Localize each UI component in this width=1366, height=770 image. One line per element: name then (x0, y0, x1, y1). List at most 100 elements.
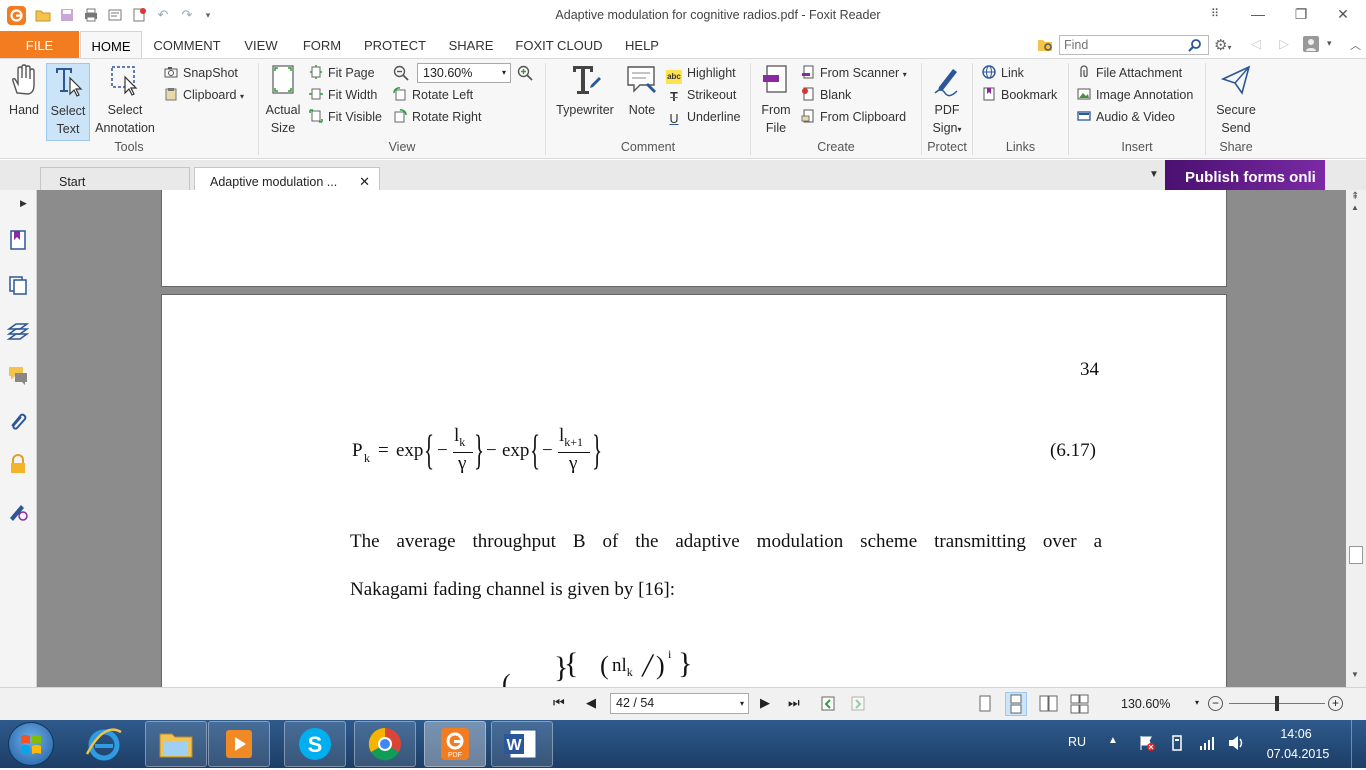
rotate-left-button[interactable]: Rotate Left (393, 85, 473, 105)
split-view-icon[interactable]: ⇞ (1351, 191, 1359, 202)
action-center-icon[interactable] (1138, 734, 1156, 752)
zoom-out-button[interactable]: − (1208, 696, 1223, 711)
strikeout-button[interactable]: T Strikeout (666, 85, 736, 105)
pdf-sign-button[interactable]: PDF Sign▾ (924, 63, 970, 139)
zoom-percent-dropdown-icon[interactable]: ▾ (1195, 698, 1199, 707)
tab-view[interactable]: VIEW (237, 31, 285, 58)
audio-video-button[interactable]: Audio & Video (1077, 107, 1175, 127)
ad-banner[interactable]: Publish forms onli (1165, 160, 1325, 190)
tab-protect[interactable]: PROTECT (358, 31, 432, 58)
first-page-icon[interactable]: ⏮ (553, 695, 565, 711)
tab-form[interactable]: FORM (298, 31, 346, 58)
page-number-field[interactable]: 42 / 54 ▾ (610, 693, 749, 714)
next-view-icon[interactable] (850, 694, 868, 712)
typewriter-button[interactable]: Typewriter (552, 63, 618, 119)
tab-home[interactable]: HOME (80, 31, 142, 59)
tab-comment[interactable]: COMMENT (149, 31, 225, 58)
highlight-button[interactable]: abc Highlight (666, 63, 736, 84)
chrome-taskbar-icon[interactable] (354, 721, 416, 767)
current-page[interactable]: 34 P k = exp { − lk γ } − exp { − lk+1 γ… (161, 294, 1227, 687)
from-scanner-button[interactable]: From Scanner ▾ (801, 63, 907, 83)
foxit-taskbar-icon[interactable]: PDF (424, 721, 486, 767)
signatures-panel-icon[interactable] (7, 500, 29, 522)
previous-page-icon[interactable]: ◀ (586, 695, 596, 711)
fit-visible-button[interactable]: Fit Visible (309, 107, 382, 127)
fit-width-button[interactable]: Fit Width (309, 85, 377, 105)
collapse-ribbon-icon[interactable]: ︿ (1350, 37, 1361, 53)
layers-panel-icon[interactable] (6, 320, 30, 342)
tab-share[interactable]: SHARE (444, 31, 498, 58)
ribbon-display-icon[interactable]: ⠿ (1204, 4, 1226, 24)
zoom-percent[interactable]: 130.60% (1121, 697, 1170, 711)
scroll-down-icon[interactable]: ▼ (1351, 670, 1359, 679)
single-page-view-icon[interactable] (977, 695, 993, 713)
next-page-icon[interactable]: ▶ (760, 695, 770, 711)
clock-date[interactable]: 07.04.2015 (1263, 747, 1333, 761)
actual-size-button[interactable]: Actual Size (261, 63, 305, 137)
account-dropdown-icon[interactable]: ▾ (1327, 38, 1332, 49)
find-input[interactable] (1059, 35, 1209, 55)
zoom-in-icon[interactable] (517, 65, 533, 81)
tab-help[interactable]: HELP (620, 31, 664, 58)
blank-button[interactable]: Blank (801, 85, 851, 105)
tab-list-dropdown-icon[interactable]: ▼ (1149, 169, 1159, 180)
tab-document[interactable]: Adaptive modulation ... ✕ (194, 167, 380, 191)
scroll-up-icon[interactable]: ▲ (1351, 203, 1359, 212)
select-annotation-button[interactable]: Select Annotation (92, 63, 158, 137)
from-file-button[interactable]: From File (755, 63, 797, 137)
last-page-icon[interactable]: ⏭ (788, 695, 800, 711)
zoom-in-button[interactable]: + (1328, 696, 1343, 711)
next-view-icon[interactable]: ▷ (1279, 36, 1289, 52)
note-button[interactable]: Note (622, 63, 662, 119)
volume-icon[interactable] (1227, 734, 1247, 752)
restore-button[interactable]: ❐ (1290, 4, 1312, 24)
continuous-view-icon[interactable] (1005, 692, 1027, 716)
file-menu[interactable]: FILE (0, 31, 79, 58)
search-icon[interactable] (1188, 38, 1202, 52)
underline-button[interactable]: U Underline (666, 107, 740, 127)
file-attachment-button[interactable]: File Attachment (1077, 63, 1182, 83)
bookmark-button[interactable]: Bookmark (982, 85, 1057, 105)
hand-tool-button[interactable]: Hand (4, 63, 44, 119)
close-tab-icon[interactable]: ✕ (359, 174, 370, 190)
fit-page-button[interactable]: Fit Page (309, 63, 375, 83)
expand-panel-icon[interactable]: ▶ (20, 198, 27, 209)
tab-foxit-cloud[interactable]: FOXIT CLOUD (509, 31, 609, 58)
network-icon[interactable] (1198, 734, 1216, 752)
show-hidden-icons-icon[interactable]: ▲ (1108, 735, 1118, 746)
ie-taskbar-icon[interactable] (77, 724, 131, 764)
settings-gear-icon[interactable]: ⚙▾ (1214, 36, 1231, 54)
clipboard-button[interactable]: Clipboard ▾ (164, 85, 244, 105)
minimize-button[interactable]: — (1247, 4, 1269, 24)
attachments-panel-icon[interactable] (7, 409, 29, 431)
comments-panel-icon[interactable] (7, 364, 29, 386)
clock-time[interactable]: 14:06 (1266, 727, 1326, 741)
bookmarks-panel-icon[interactable] (7, 229, 29, 251)
vertical-scrollbar[interactable]: ⇞ ▲ ▼ (1346, 190, 1366, 687)
skype-taskbar-icon[interactable]: S (284, 721, 346, 767)
search-folder-icon[interactable] (1037, 37, 1053, 52)
image-annotation-button[interactable]: Image Annotation (1077, 85, 1193, 105)
media-player-taskbar-icon[interactable] (208, 721, 270, 767)
prev-view-icon[interactable]: ◁ (1251, 36, 1261, 52)
language-indicator[interactable]: RU (1068, 735, 1086, 749)
show-desktop-button[interactable] (1351, 720, 1366, 768)
zoom-select[interactable]: 130.60% ▾ (417, 63, 511, 83)
select-text-button[interactable]: Select Text (46, 63, 90, 141)
document-viewport[interactable]: 34 P k = exp { − lk γ } − exp { − lk+1 γ… (37, 190, 1346, 687)
secure-send-button[interactable]: Secure Send (1212, 63, 1260, 137)
snapshot-button[interactable]: SnapShot (164, 63, 238, 83)
facing-view-icon[interactable] (1038, 695, 1060, 713)
word-taskbar-icon[interactable]: W (491, 721, 553, 767)
continuous-facing-view-icon[interactable] (1069, 693, 1091, 715)
tab-start[interactable]: Start (40, 167, 190, 190)
pages-panel-icon[interactable] (7, 274, 29, 296)
close-button[interactable]: ✕ (1332, 4, 1354, 24)
rotate-right-button[interactable]: Rotate Right (393, 107, 481, 127)
zoom-out-icon[interactable] (393, 65, 409, 81)
device-icon[interactable] (1168, 734, 1186, 752)
security-panel-icon[interactable] (7, 453, 29, 475)
previous-view-icon[interactable] (820, 694, 838, 712)
link-button[interactable]: Link (982, 63, 1024, 83)
scroll-thumb[interactable] (1349, 546, 1363, 564)
